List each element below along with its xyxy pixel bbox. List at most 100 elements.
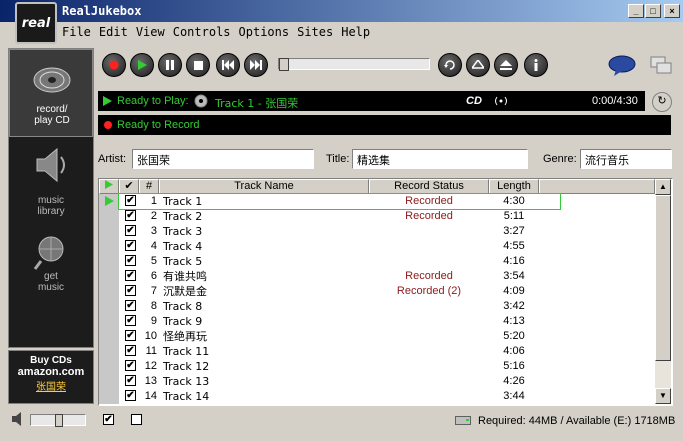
table-row[interactable]: ✔ 2 Track 2 Recorded 5:11	[99, 209, 655, 224]
column-number[interactable]: #	[139, 179, 159, 194]
track-checkbox[interactable]: ✔	[125, 255, 136, 266]
track-number: 7	[150, 285, 157, 297]
menu-sites[interactable]: Sites	[293, 22, 337, 42]
seek-thumb[interactable]	[279, 58, 289, 71]
vertical-scrollbar[interactable]: ▲ ▼	[655, 179, 671, 404]
column-record-status[interactable]: Record Status	[369, 179, 489, 194]
column-length[interactable]: Length	[489, 179, 539, 194]
track-checkbox[interactable]: ✔	[125, 300, 136, 311]
track-length: 5:11	[503, 210, 525, 222]
genre-field[interactable]: 流行音乐	[580, 149, 672, 169]
table-row[interactable]: ✔ 10 怪绝再玩 5:20	[99, 329, 655, 344]
track-checkbox[interactable]: ✔	[125, 210, 136, 221]
track-name: Track 12	[163, 360, 210, 373]
track-name: Track 1	[163, 195, 203, 208]
track-checkbox[interactable]: ✔	[125, 390, 136, 401]
nav-music-library[interactable]: music library	[9, 139, 93, 225]
close-button[interactable]: ×	[664, 4, 680, 18]
table-row[interactable]: ✔ 4 Track 4 4:55	[99, 239, 655, 254]
track-checkbox[interactable]: ✔	[125, 195, 136, 206]
stop-button[interactable]	[186, 53, 210, 77]
check-column-icon: ✔	[124, 180, 134, 192]
column-play[interactable]	[99, 179, 119, 194]
track-name: Track 13	[163, 375, 210, 388]
track-checkbox[interactable]: ✔	[125, 345, 136, 356]
genre-label: Genre:	[543, 153, 577, 165]
table-row[interactable]: ✔ 14 Track 14 3:44	[99, 389, 655, 404]
scroll-up-button[interactable]: ▲	[655, 179, 671, 195]
track-number: 3	[150, 225, 157, 237]
track-checkbox[interactable]: ✔	[125, 315, 136, 326]
speaker-icon	[36, 147, 65, 183]
menu-view[interactable]: View	[132, 22, 169, 42]
current-track-title: Track 1 - 张国荣	[215, 97, 299, 110]
volume-thumb[interactable]	[55, 414, 63, 427]
table-row[interactable]: ✔ 12 Track 12 5:16	[99, 359, 655, 374]
table-row[interactable]: ✔ 7 沉默是金 Recorded (2) 4:09	[99, 284, 655, 299]
cd-icon	[33, 67, 71, 93]
track-checkbox[interactable]: ✔	[125, 270, 136, 281]
track-number: 14	[144, 390, 157, 402]
maximize-button[interactable]: □	[645, 4, 661, 18]
table-row[interactable]: ✔ 8 Track 8 3:42	[99, 299, 655, 314]
volume-slider[interactable]	[30, 414, 86, 427]
amazon-buy-cds-banner[interactable]: Buy CDs amazon.com 张国荣	[8, 350, 94, 404]
track-length: 3:27	[503, 225, 525, 237]
now-playing-icon	[105, 196, 114, 206]
track-checkbox[interactable]: ✔	[125, 240, 136, 251]
table-row[interactable]: ✔ 13 Track 13 4:26	[99, 374, 655, 389]
select-all-checkbox[interactable]: ✔	[103, 414, 114, 425]
track-name: Track 3	[163, 225, 203, 238]
menu-file[interactable]: File	[58, 22, 95, 42]
menu-edit[interactable]: Edit	[95, 22, 132, 42]
nav-get-music[interactable]: get music	[9, 229, 93, 309]
media-type: CD	[466, 95, 482, 107]
repeat-icon	[444, 60, 455, 70]
column-track-name[interactable]: Track Name	[159, 179, 369, 194]
table-row[interactable]: ✔ 3 Track 3 3:27	[99, 224, 655, 239]
seek-slider[interactable]	[278, 58, 430, 71]
chat-bubble-icon[interactable]	[608, 54, 636, 76]
info-button[interactable]	[524, 53, 548, 77]
record-button[interactable]	[102, 53, 126, 77]
track-checkbox[interactable]: ✔	[125, 285, 136, 296]
track-checkbox[interactable]: ✔	[125, 375, 136, 386]
scroll-down-button[interactable]: ▼	[655, 388, 671, 404]
prev-icon	[222, 60, 234, 70]
scroll-thumb[interactable]	[655, 195, 671, 361]
track-checkbox[interactable]: ✔	[125, 225, 136, 236]
track-name: Track 2	[163, 210, 203, 223]
table-row[interactable]: ✔ 1 Track 1 Recorded 4:30	[105, 193, 561, 210]
track-number: 12	[144, 360, 157, 372]
nav-library-label: music library	[37, 195, 65, 217]
eject-button[interactable]	[494, 53, 518, 77]
compact-view-icon[interactable]	[650, 56, 672, 74]
deselect-all-checkbox[interactable]	[131, 414, 142, 425]
track-checkbox[interactable]: ✔	[125, 360, 136, 371]
track-length: 4:13	[503, 315, 525, 327]
minimize-button[interactable]: _	[628, 4, 644, 18]
album-title-field[interactable]: 精选集	[352, 149, 528, 169]
menu-options[interactable]: Options	[235, 22, 294, 42]
track-checkbox[interactable]: ✔	[125, 330, 136, 341]
pause-button[interactable]	[158, 53, 182, 77]
table-row[interactable]: ✔ 5 Track 5 4:16	[99, 254, 655, 269]
column-check[interactable]: ✔	[119, 179, 139, 194]
previous-track-button[interactable]	[216, 53, 240, 77]
nav-record-play-cd[interactable]: record/ play CD	[9, 49, 93, 137]
artist-field[interactable]: 张国荣	[132, 149, 314, 169]
repeat-button[interactable]	[438, 53, 462, 77]
nav-get-label: get music	[37, 271, 65, 293]
play-button[interactable]	[130, 53, 154, 77]
signal-icon	[495, 96, 507, 106]
table-row[interactable]: ✔ 9 Track 9 4:13	[99, 314, 655, 329]
table-row[interactable]: ✔ 6 有谁共鸣 Recorded 3:54	[99, 269, 655, 284]
now-playing-display: Ready to Play: Track 1 - 张国荣 CD 0:00/4:3…	[98, 91, 645, 111]
menu-controls[interactable]: Controls	[169, 22, 235, 42]
next-track-button[interactable]	[244, 53, 268, 77]
time-display: 0:00/4:30	[592, 95, 638, 107]
record-mode-button[interactable]	[466, 53, 490, 77]
menu-help[interactable]: Help	[337, 22, 374, 42]
display-toggle-button[interactable]: ↻	[652, 92, 672, 112]
table-row[interactable]: ✔ 11 Track 11 4:06	[99, 344, 655, 359]
